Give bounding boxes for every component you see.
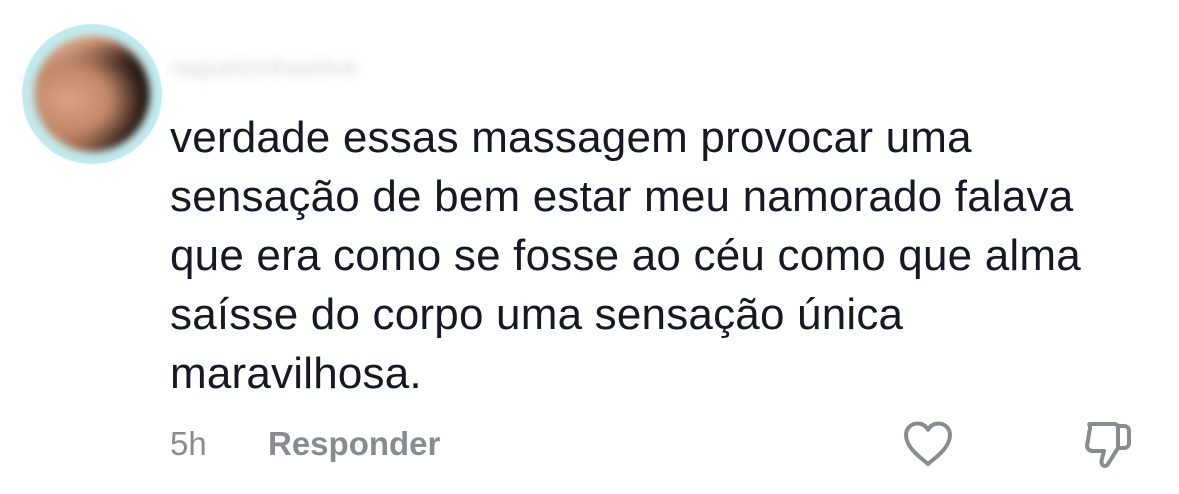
heart-outline-icon (904, 421, 952, 466)
comment-text: verdade essas massagem provocar uma sens… (170, 108, 1160, 403)
thumbs-down-outline-icon (1085, 422, 1131, 468)
comment-text-line: que era como se fosse ao céu como que al… (170, 231, 1081, 280)
comment-text-line: maravilhosa. (170, 349, 422, 398)
comment-item: raquelzinhaolive verdade essas massagem … (0, 0, 1179, 494)
reply-button[interactable]: Responder (268, 422, 440, 466)
comment-text-line: saísse do corpo uma sensação única (170, 290, 904, 339)
avatar[interactable] (34, 36, 150, 152)
comment-text-line: sensação de bem estar meu namorado falav… (170, 172, 1074, 221)
like-button[interactable] (902, 420, 954, 468)
comment-text-line: verdade essas massagem provocar uma (170, 113, 972, 162)
comment-timestamp: 5h (170, 425, 207, 462)
comment-username[interactable]: raquelzinhaolive (170, 52, 470, 82)
dislike-button[interactable] (1082, 418, 1134, 472)
